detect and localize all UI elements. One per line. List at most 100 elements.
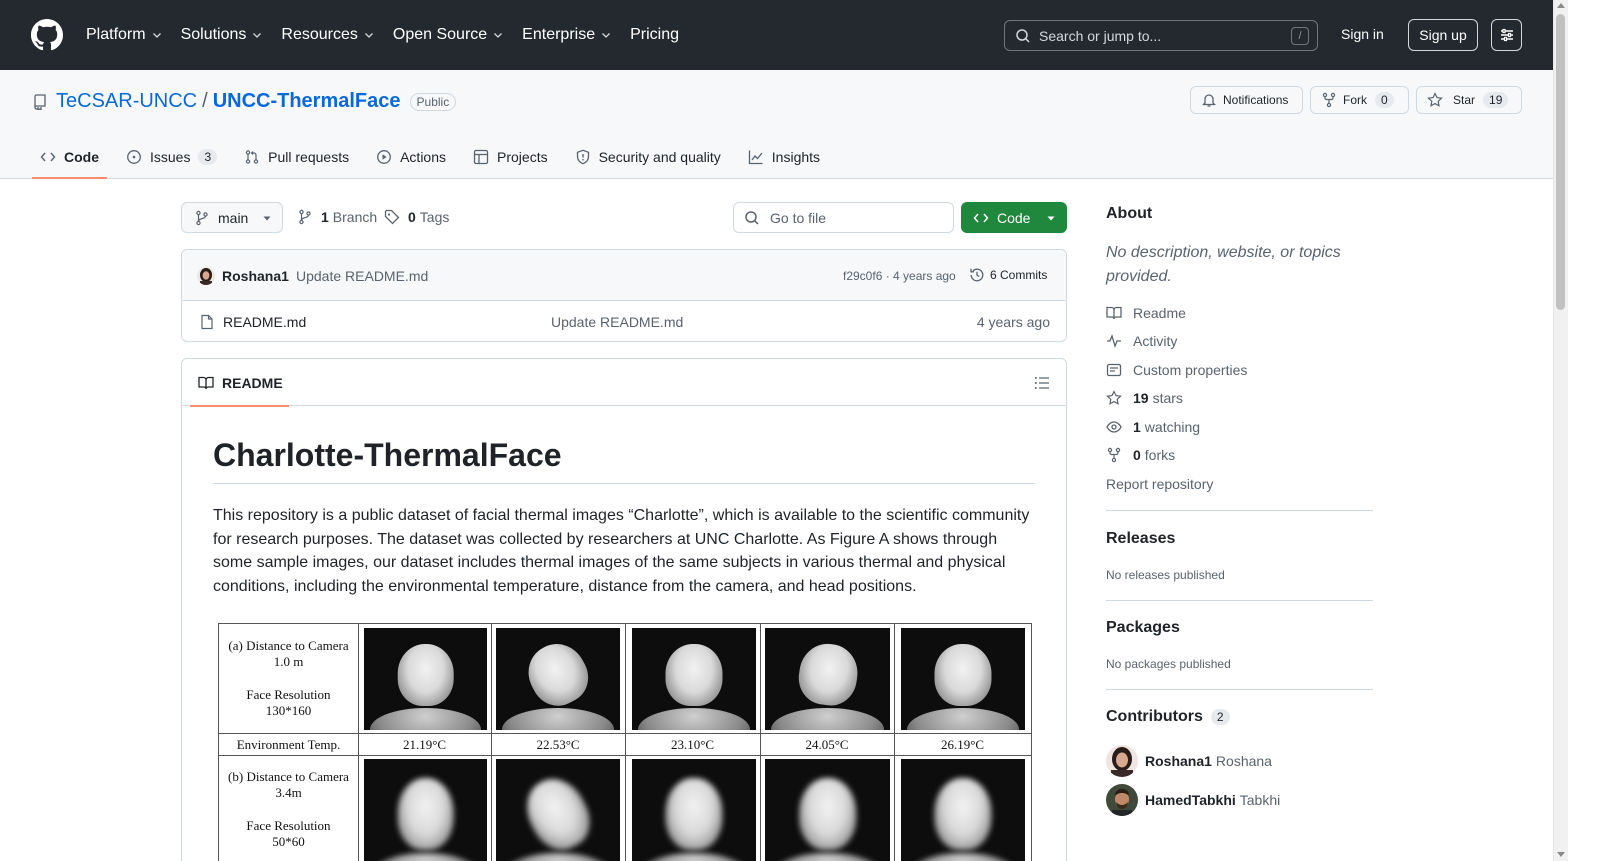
chevron-down-icon [494,33,503,38]
contributors-heading[interactable]: Contributors 2 [1106,708,1230,726]
figure-divider [219,755,1031,756]
branch-name: main [218,209,249,226]
outline-list-icon[interactable] [1034,375,1050,391]
readme-link[interactable]: Readme [1106,305,1186,321]
tab-actions-label: Actions [400,148,447,165]
row-a-resolution-label: Face Resolution [246,687,331,702]
scroll-up-arrow-icon[interactable] [1557,3,1565,8]
star-icon [1427,92,1443,107]
branches-link[interactable]: 1 Branch [297,209,377,225]
go-to-file-input[interactable]: Go to file [733,202,954,233]
appearance-menu-button[interactable] [1491,19,1522,51]
repo-owner-link[interactable]: TeCSAR-UNCC [56,90,197,113]
readme-panel: README Charlotte-ThermalFace This reposi… [181,358,1067,861]
report-repository-link[interactable]: Report repository [1106,476,1213,492]
issues-count: 3 [198,148,218,165]
avatar[interactable] [1106,745,1138,777]
fork-button[interactable]: Fork 0 [1310,86,1409,114]
tab-actions[interactable]: Actions [368,134,454,179]
chevron-down-icon [152,33,161,38]
visibility-badge: Public [409,92,457,111]
contributors-heading-label: Contributors [1106,708,1203,725]
thermal-image [496,759,620,861]
tab-pull-requests[interactable]: Pull requests [236,134,357,179]
github-logo-icon[interactable] [31,19,63,51]
nav-solutions[interactable]: Solutions [181,26,264,44]
temp-value: 22.53°C [536,737,580,752]
releases-heading[interactable]: Releases [1106,530,1175,548]
watchers-link[interactable]: 1 watching [1106,419,1200,435]
nav-pricing[interactable]: Pricing [630,26,679,44]
star-icon [1106,390,1122,405]
contributor-item[interactable]: Roshana1 Roshana [1106,745,1272,777]
tab-issues[interactable]: Issues 3 [118,134,225,179]
code-dropdown-button[interactable]: Code [961,202,1067,233]
tab-code-label: Code [64,148,99,165]
stars-link[interactable]: 19 stars [1106,390,1183,406]
tags-link[interactable]: 0 Tags [384,209,449,225]
sign-in-link[interactable]: Sign in [1341,26,1384,42]
notifications-button[interactable]: Notifications [1190,86,1303,114]
latest-commit-row: Roshana1 Update README.md f29c0f6 · 4 ye… [182,250,1066,301]
repo-name-link[interactable]: UNCC-ThermalFace [213,90,401,113]
packages-heading[interactable]: Packages [1106,619,1180,637]
pulse-icon [1107,334,1121,348]
chevron-down-icon [602,33,611,38]
avatar[interactable] [197,267,215,285]
about-description: No description, website, or topics provi… [1106,244,1341,285]
search-icon [745,210,759,225]
forks-link[interactable]: 0 forks [1106,447,1175,463]
tab-pull-requests-label: Pull requests [268,148,350,165]
global-search[interactable]: Search or jump to... / [1004,20,1318,51]
custom-properties-link[interactable]: Custom properties [1106,362,1247,378]
tab-security[interactable]: Security and quality [567,134,729,179]
file-age: 4 years ago [976,314,1050,330]
sidebar-divider [1106,689,1373,690]
global-header: Platform Solutions Resources Open Source… [0,0,1553,70]
file-name-link[interactable]: README.md [223,314,306,330]
sidebar-divider [1106,600,1373,601]
chevron-down-icon [364,33,373,38]
tab-projects[interactable]: Projects [465,134,556,179]
contributor-login: Roshana1 [1145,753,1212,769]
tab-insights[interactable]: Insights [740,134,828,179]
contributor-item[interactable]: HamedTabkhi Tabkhi [1106,784,1280,816]
row-b-resolution-value: 50*60 [272,834,305,849]
code-button-label: Code [997,209,1031,226]
tab-code[interactable]: Code [32,134,107,179]
scrollbar-thumb[interactable] [1556,14,1565,310]
issue-icon [127,149,141,164]
star-button[interactable]: Star 19 [1416,86,1522,114]
thermal-image [765,759,890,861]
notifications-label: Notifications [1223,93,1289,107]
file-table: Roshana1 Update README.md f29c0f6 · 4 ye… [181,249,1067,342]
row-a-resolution-value: 130*160 [265,703,312,718]
nav-platform[interactable]: Platform [86,26,163,44]
graph-icon [748,150,763,164]
scroll-down-arrow-icon[interactable] [1557,852,1565,857]
activity-link[interactable]: Activity [1106,333,1177,349]
nav-open-source[interactable]: Open Source [393,26,504,44]
branch-count-label: Branch [332,209,378,225]
nav-enterprise-label: Enterprise [522,26,596,43]
branch-selector[interactable]: main [181,202,283,233]
forks-label: forks [1144,447,1176,463]
file-commit-message-link[interactable]: Update README.md [551,314,683,330]
thermal-image [765,628,890,730]
table-row: README.md Update README.md 4 years ago [182,302,1066,342]
book-icon [1106,306,1122,320]
commits-history-link[interactable]: 6 Commits [969,267,1047,283]
avatar[interactable] [1106,784,1138,816]
sign-up-button[interactable]: Sign up [1408,19,1478,51]
row-b-distance-label: (b) Distance to Camera [228,769,349,784]
tag-count: 0 [408,209,416,225]
commit-message-link[interactable]: Update README.md [296,268,428,284]
table-icon [473,149,489,164]
nav-resources[interactable]: Resources [281,26,374,44]
readme-tab[interactable]: README [190,359,289,407]
nav-enterprise[interactable]: Enterprise [522,26,612,44]
tab-issues-label: Issues [150,148,191,165]
code-icon [973,213,989,222]
commit-sha-age[interactable]: f29c0f6 · 4 years ago [843,269,956,283]
commit-author-link[interactable]: Roshana1 [222,268,289,284]
